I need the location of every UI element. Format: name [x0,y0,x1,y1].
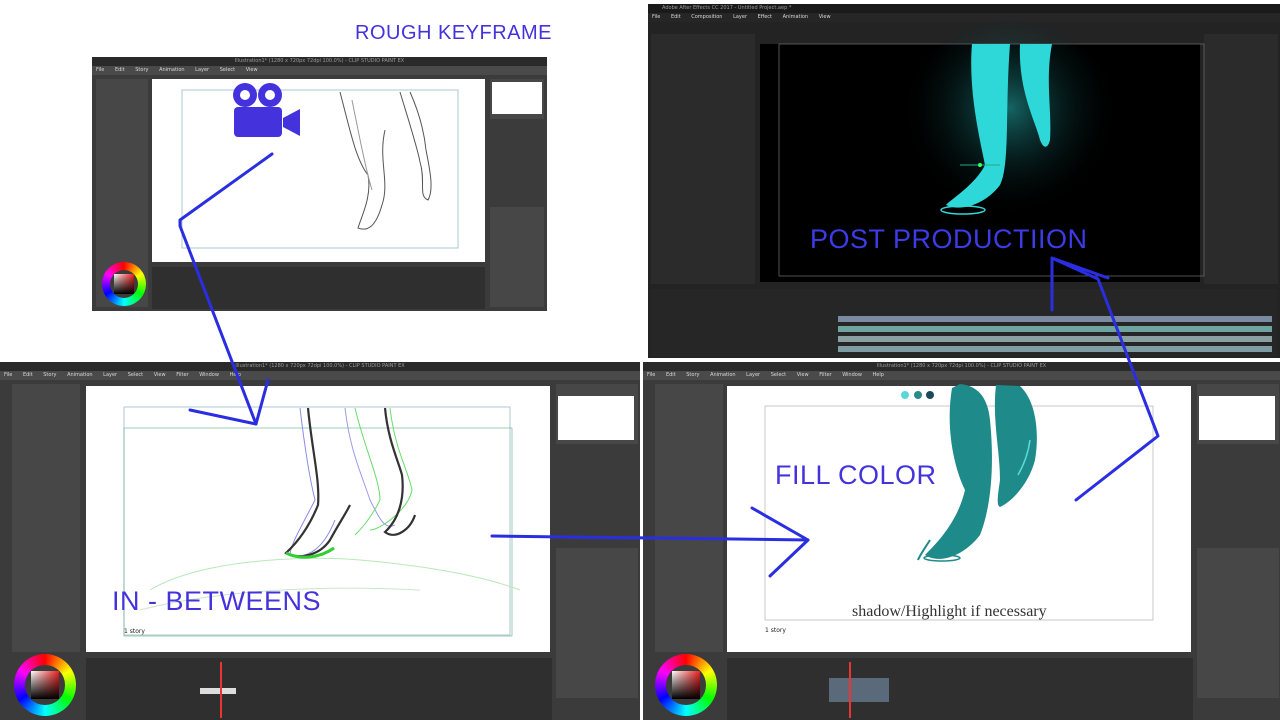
menu-item[interactable]: Animation [159,67,185,73]
layer-panel [1197,548,1279,698]
color-wheel-icon[interactable] [14,654,76,716]
navigator-thumbnail [492,82,542,114]
menu-item[interactable]: View [797,372,809,378]
navigator-thumbnail [1199,396,1275,440]
project-panel [651,34,755,284]
menu-item[interactable]: Story [686,372,699,378]
menu-item[interactable]: Story [135,67,148,73]
menu-item[interactable]: View [819,14,831,20]
app-titlebar: Illustration1* (1280 x 720px 72dpi 100.0… [643,362,1280,371]
drawing-canvas[interactable] [152,79,485,262]
playhead[interactable] [220,662,222,718]
menu-item[interactable]: Filter [176,372,188,378]
menu-item[interactable]: Edit [671,14,681,20]
app-menubar: File Edit Composition Layer Effect Anima… [648,13,1280,22]
fill-color-label: FILL COLOR [775,460,937,490]
menu-item[interactable]: Edit [115,67,125,73]
menu-item[interactable]: Edit [666,372,676,378]
color-wheel-icon[interactable] [102,262,146,306]
menu-item[interactable]: Animation [783,14,809,20]
timeline-panel [86,658,552,720]
effects-presets-panel [1204,34,1278,284]
app-titlebar: Adobe After Effects CC 2017 - Untitled P… [648,4,1280,13]
menu-item[interactable]: Story [43,372,56,378]
fill-color-app-window: Illustration1* (1280 x 720px 72dpi 100.0… [643,362,1280,720]
story-label: 1 story [124,628,145,635]
menu-item[interactable]: Edit [23,372,33,378]
story-label: 1 story [765,627,786,634]
playhead[interactable] [849,662,851,718]
menu-item[interactable]: Help [873,372,884,378]
timeline-track [838,346,1272,352]
menu-item[interactable]: Select [771,372,786,378]
menu-item[interactable]: Layer [103,372,117,378]
menu-item[interactable]: Filter [819,372,831,378]
in-betweens-label: IN - BETWEENS [112,586,322,616]
post-production-label: POST PRODUCTIION [810,224,1088,254]
menu-item[interactable]: Animation [710,372,736,378]
menu-item[interactable]: Select [128,372,143,378]
timeline-panel [152,267,485,309]
menu-item[interactable]: File [652,14,660,20]
timeline-track [838,316,1272,322]
menu-item[interactable]: View [246,67,258,73]
rough-keyframe-app-window: Illustration1* (1280 x 720px 72dpi 100.0… [92,57,547,311]
app-menubar: File Edit Story Animation Layer Select V… [643,371,1280,380]
menu-item[interactable]: View [154,372,166,378]
timeline-track [838,336,1272,342]
menu-item[interactable]: File [647,372,655,378]
layer-panel [556,548,638,698]
layer-panel [490,207,544,307]
rough-keyframe-label: ROUGH KEYFRAME [355,22,553,44]
tool-property-panel [12,384,80,652]
menu-item[interactable]: File [4,372,12,378]
navigator-thumbnail [558,396,634,440]
menu-item[interactable]: Select [220,67,235,73]
menu-item[interactable]: Layer [195,67,209,73]
menu-item[interactable]: Layer [733,14,747,20]
menu-item[interactable]: Effect [758,14,772,20]
menu-item[interactable]: Window [199,372,219,378]
menu-item[interactable]: File [96,67,104,73]
menu-item[interactable]: Layer [746,372,760,378]
menu-item[interactable]: Window [842,372,862,378]
timeline-panel [727,658,1193,720]
tool-property-panel [655,384,723,652]
post-production-app-window: Adobe After Effects CC 2017 - Untitled P… [648,4,1280,358]
timeline-track [838,326,1272,332]
app-menubar: File Edit Story Animation Layer Select V… [92,66,547,75]
app-titlebar: Illustration1* (1280 x 720px 72dpi 100.0… [0,362,640,371]
color-wheel-icon[interactable] [655,654,717,716]
menu-item[interactable]: Help [230,372,241,378]
in-betweens-app-window: Illustration1* (1280 x 720px 72dpi 100.0… [0,362,640,720]
timeline-cels [200,688,236,694]
menu-item[interactable]: Animation [67,372,93,378]
shadow-highlight-note: shadow/Highlight if necessary [852,603,1047,620]
app-titlebar: Illustration1* (1280 x 720px 72dpi 100.0… [92,57,547,66]
app-menubar: File Edit Story Animation Layer Select V… [0,371,640,380]
video-camera-icon [233,83,300,137]
timeline-cels [829,678,889,702]
menu-item[interactable]: Composition [691,14,722,20]
